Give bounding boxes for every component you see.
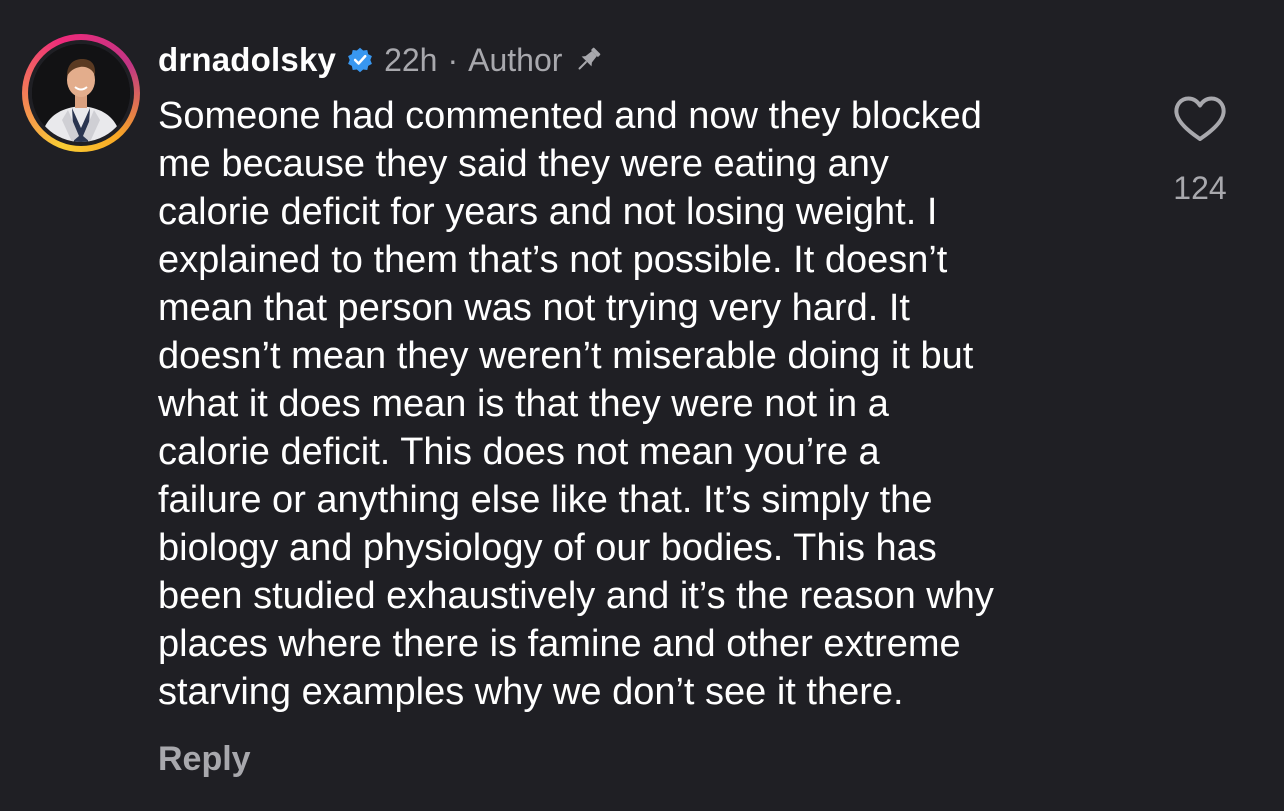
like-count: 124 bbox=[1173, 170, 1227, 206]
profile-photo bbox=[32, 44, 130, 142]
meta-separator: · bbox=[447, 41, 459, 78]
author-label: Author bbox=[468, 41, 563, 78]
comment-text-line: calorie deficit for years and not losing… bbox=[158, 191, 938, 233]
comment-text-line: calorie deficit. This does not mean you’… bbox=[158, 431, 880, 473]
comment-text-line: failure or anything else like that. It’s… bbox=[158, 479, 933, 521]
comment-text-line: explained to them that’s not possible. I… bbox=[158, 239, 948, 281]
comment-text-line: what it does mean is that they were not … bbox=[158, 383, 889, 425]
comment-header: drnadolsky 22h · Author bbox=[158, 38, 604, 82]
verified-badge-icon bbox=[348, 47, 372, 73]
comment-text-line: me because they said they were eating an… bbox=[158, 143, 889, 185]
avatar[interactable] bbox=[22, 34, 140, 152]
comment: drnadolsky 22h · Author Someone had comm… bbox=[0, 0, 1284, 811]
profile-photo-image bbox=[32, 44, 130, 142]
heart-icon[interactable] bbox=[1172, 94, 1228, 144]
reply-button[interactable]: Reply bbox=[158, 740, 251, 779]
username-link[interactable]: drnadolsky bbox=[158, 41, 336, 79]
comment-text-line: places where there is famine and other e… bbox=[158, 623, 961, 665]
comment-text: Someone had commented and now they block… bbox=[158, 92, 1138, 716]
comment-text-line: doesn’t mean they weren’t miserable doin… bbox=[158, 335, 974, 377]
comment-text-line: biology and physiology of our bodies. Th… bbox=[158, 527, 937, 569]
comment-time: 22h bbox=[384, 41, 438, 78]
comment-text-line: Someone had commented and now they block… bbox=[158, 95, 982, 137]
comment-text-line: starving examples why we don’t see it th… bbox=[158, 671, 904, 713]
comment-text-line: been studied exhaustively and it’s the r… bbox=[158, 575, 994, 617]
pin-icon bbox=[578, 47, 601, 70]
comment-text-line: mean that person was not trying very har… bbox=[158, 287, 910, 329]
